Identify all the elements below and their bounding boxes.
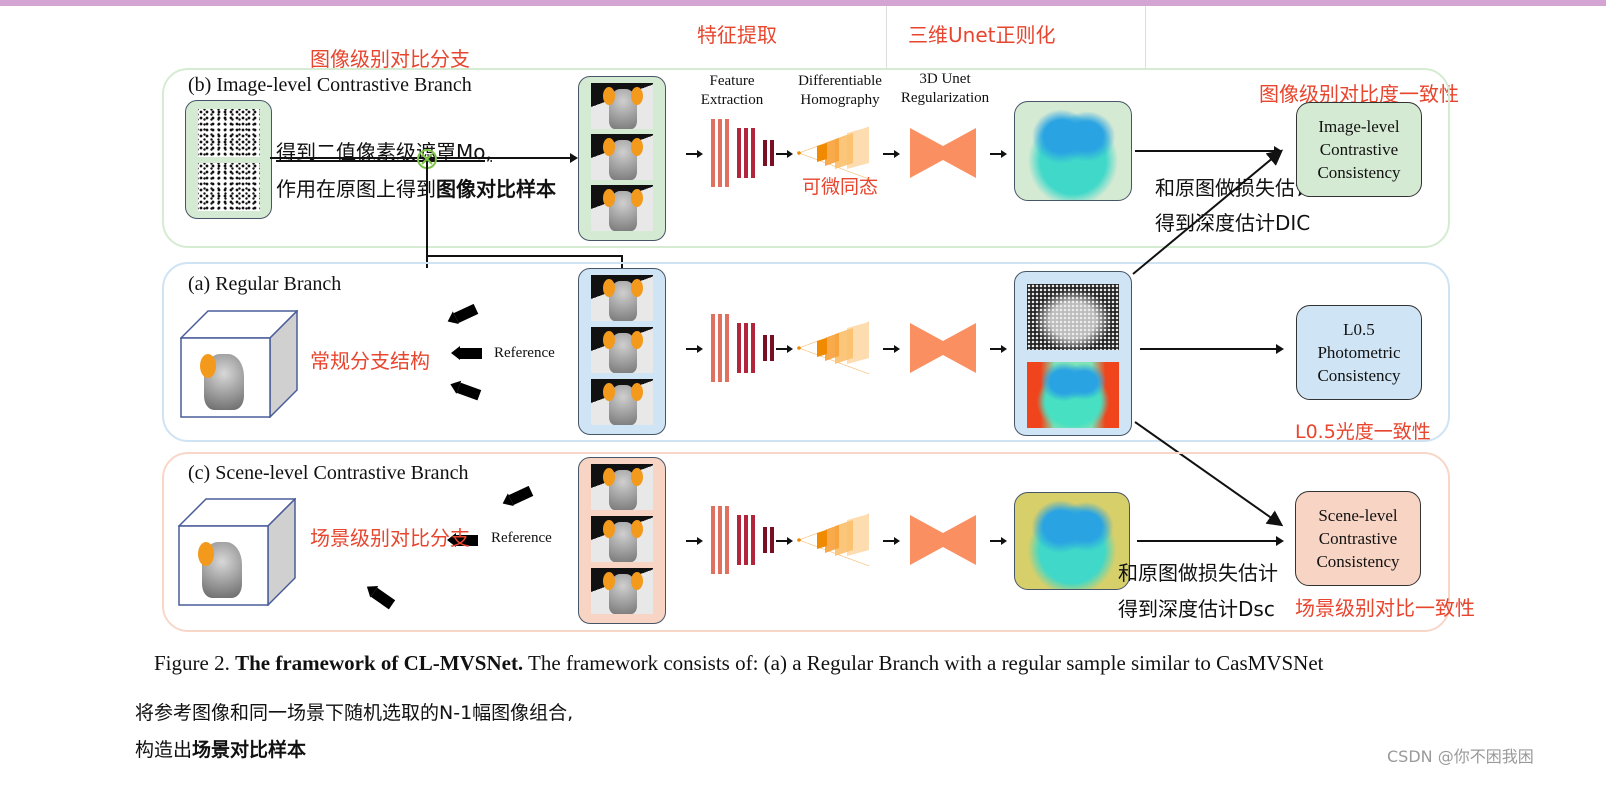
feature-bar	[744, 128, 748, 178]
image-arrow-to-feature	[686, 150, 703, 158]
regular-samples	[578, 268, 666, 435]
regular-arrow-to-unet	[883, 345, 900, 353]
photometric-consistency-box: L0.5 Photometric Consistency	[1296, 305, 1422, 400]
bottom-note-line1: 将参考图像和同一场景下随机选取的N-1幅图像组合,	[135, 702, 574, 724]
sample-image	[591, 83, 653, 129]
image-arrow-to-depth	[990, 150, 1007, 158]
scene-level-consistency-box: Scene-level Contrastive Consistency	[1295, 491, 1421, 586]
bottom-note-line2: 构造出场景对比样本	[135, 739, 307, 761]
sample-image	[591, 327, 653, 373]
unet-bowtie-icon	[910, 323, 976, 373]
scene-level-branch-title: (c) Scene-level Contrastive Branch	[188, 462, 469, 484]
feature-bar	[711, 314, 715, 382]
homography-frustum-icon	[797, 126, 870, 180]
feature-bar	[770, 335, 774, 361]
photometric-consistency-note: L0.5光度一致性	[1295, 421, 1431, 443]
sample-image	[591, 275, 653, 321]
sample-image	[591, 516, 653, 562]
regular-arrow-to-depth	[990, 345, 1007, 353]
feature-bar	[744, 323, 748, 373]
feature-bar	[763, 140, 767, 166]
feature-bar	[711, 119, 715, 187]
depth-map-regular	[1027, 362, 1119, 428]
feature-bar	[744, 515, 748, 565]
sample-image	[591, 379, 653, 425]
feature-bar	[770, 140, 774, 166]
feature-bar	[711, 506, 715, 574]
regular-arrow-to-feature	[686, 345, 703, 353]
scene-depth-to-consistency-arrow	[1137, 536, 1284, 546]
feature-bar	[725, 119, 729, 187]
figure-caption: Figure 2. The framework of CL-MVSNet. Th…	[154, 651, 1324, 675]
feature-bar	[751, 515, 755, 565]
image-arrow-to-homography	[776, 150, 793, 158]
feature-bar	[725, 506, 729, 574]
unet-bowtie-icon	[910, 128, 976, 178]
scene-arrow-to-homography	[776, 537, 793, 545]
confidence-map	[1027, 284, 1119, 350]
binary-mask-image	[198, 163, 260, 211]
depth-map-scene-level	[1014, 492, 1130, 590]
depth-map-image-level	[1014, 101, 1132, 201]
annotation-unet-regularization: 三维Unet正则化	[908, 23, 1056, 47]
headphone-icon	[198, 542, 214, 566]
regular-reference-label: Reference	[494, 345, 555, 361]
unet-label: 3D Unet Regularization	[900, 71, 990, 106]
regular-branch-title: (a) Regular Branch	[188, 273, 342, 295]
feature-bar	[751, 128, 755, 178]
scene-cube	[180, 310, 298, 418]
homography-frustum-icon	[797, 513, 870, 567]
sample-image	[591, 185, 653, 231]
sample-image	[591, 134, 653, 180]
scene-arrow-to-feature	[686, 537, 703, 545]
scene-arrow-to-depth	[990, 537, 1007, 545]
homography-label: Differentiable Homography	[798, 73, 882, 108]
regular-arrow-to-homography	[776, 345, 793, 353]
scene-branch-note: 场景级别对比分支	[310, 526, 470, 550]
feature-bar	[725, 314, 729, 382]
image-contrastive-samples	[578, 76, 666, 241]
scene-loss-note-line2: 得到深度估计Dsc	[1118, 597, 1275, 621]
image-level-branch-title: (b) Image-level Contrastive Branch	[188, 74, 472, 96]
binary-mask-image	[198, 109, 260, 157]
watermark: CSDN @你不困我困	[1387, 747, 1534, 766]
feature-bar	[770, 527, 774, 553]
mask-note-prefix: 作用在原图上得到	[276, 177, 436, 201]
feature-bar	[718, 314, 722, 382]
regular-structure-note: 常规分支结构	[310, 349, 430, 373]
sample-image	[591, 568, 653, 614]
feature-bar	[718, 506, 722, 574]
feature-bar	[751, 323, 755, 373]
image-arrow-to-unet	[883, 150, 900, 158]
scene-arrow-to-unet	[883, 537, 900, 545]
image-level-consistency-box: Image-level Contrastive Consistency	[1296, 102, 1422, 197]
feature-extraction-label: Feature Extraction	[700, 73, 764, 108]
annotation-feature-extraction: 特征提取	[697, 23, 777, 47]
scene-contrastive-samples	[578, 457, 666, 624]
scene-reference-label: Reference	[491, 530, 552, 546]
scene-cube	[178, 498, 296, 606]
feature-bar	[763, 335, 767, 361]
camera-icon	[451, 346, 482, 360]
unet-bowtie-icon	[910, 515, 976, 565]
sample-image	[591, 464, 653, 510]
mask-stack	[185, 100, 272, 219]
feature-bar	[718, 119, 722, 187]
feature-bar	[737, 515, 741, 565]
scene-loss-note-line1: 和原图做损失估计	[1118, 561, 1278, 585]
top-bar	[0, 0, 1606, 6]
homography-frustum-icon	[797, 321, 870, 375]
feature-bar	[737, 128, 741, 178]
feature-bar	[737, 323, 741, 373]
scene-consistency-note: 场景级别对比一致性	[1295, 596, 1475, 620]
feature-bar	[763, 527, 767, 553]
headphone-icon	[200, 354, 216, 378]
regular-output-stack	[1014, 271, 1132, 436]
